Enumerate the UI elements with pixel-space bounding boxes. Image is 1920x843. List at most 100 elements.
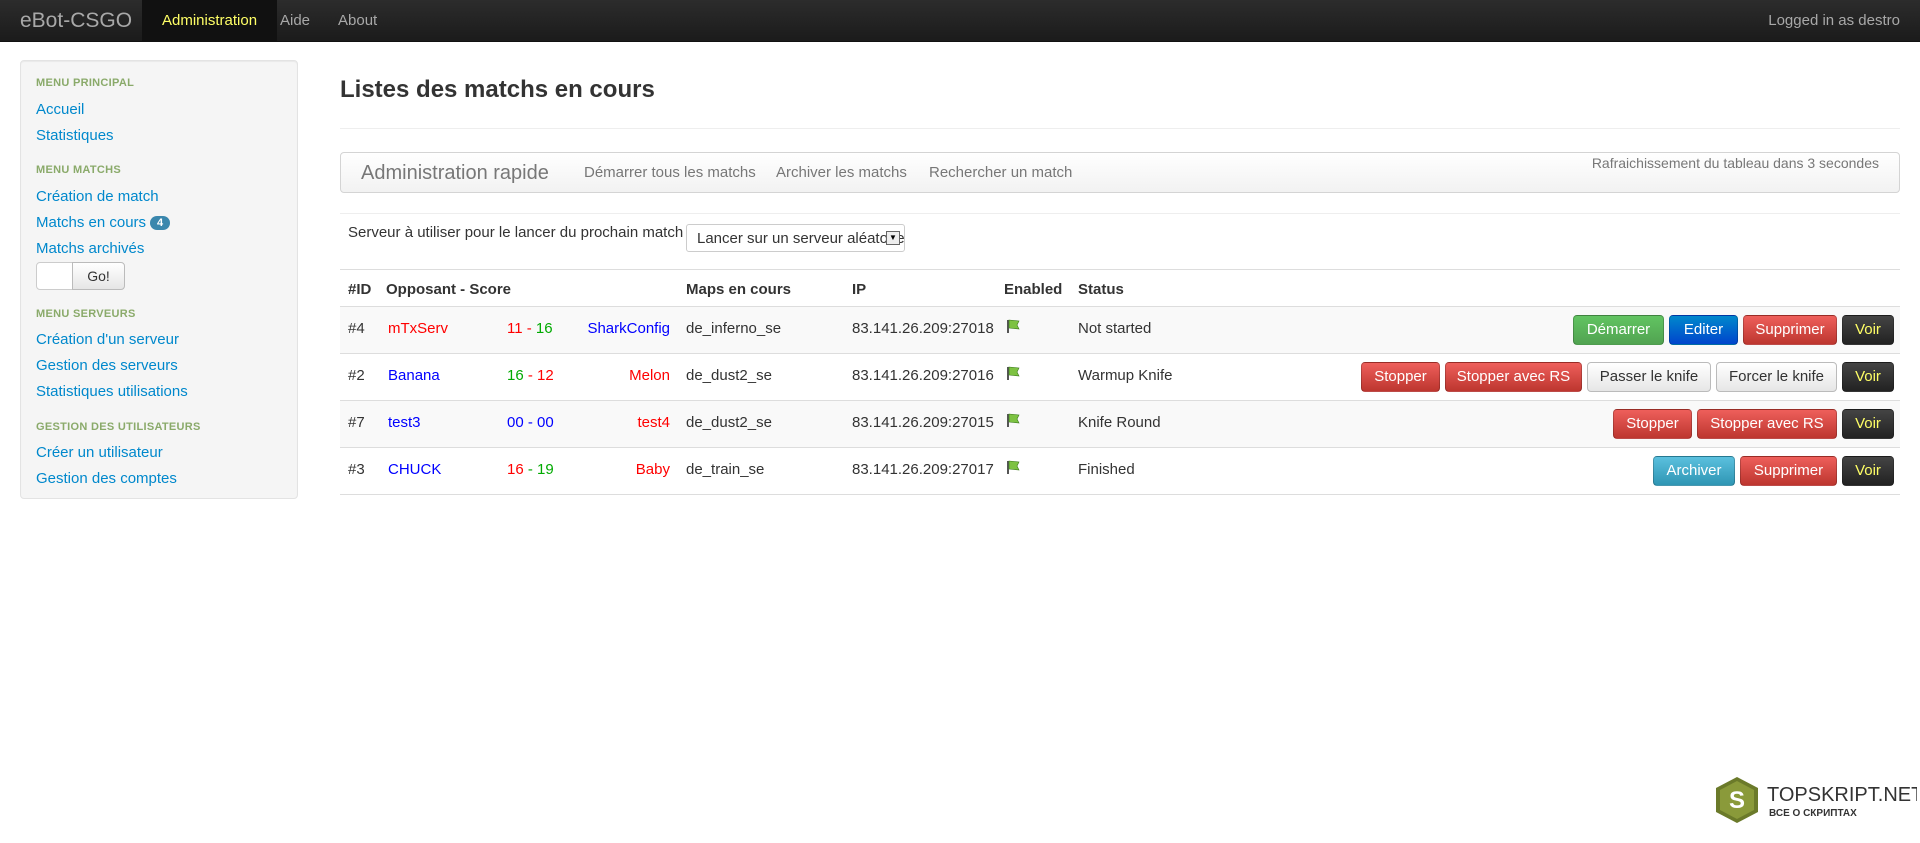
map-name: de_inferno_se	[686, 320, 782, 337]
sidebar-item-label: Matchs en cours	[36, 214, 147, 231]
start-all-matches-link[interactable]: Démarrer tous les matchs	[584, 164, 756, 181]
nav-aide[interactable]: Aide	[280, 0, 310, 41]
sidebar-item-statistiques[interactable]: Statistiques	[36, 127, 114, 144]
refresh-countdown: Rafraichissement du tableau dans 3 secon…	[1591, 155, 1879, 171]
column-header-id: #ID	[348, 281, 372, 298]
team-a[interactable]: test3	[388, 414, 421, 431]
sidebar-item-accueil[interactable]: Accueil	[36, 101, 84, 118]
team-a[interactable]: Banana	[388, 367, 440, 384]
archive-matches-link[interactable]: Archiver les matchs	[776, 164, 907, 181]
sidebar-item-matchs-en-cours[interactable]: Matchs en cours 4	[36, 214, 171, 231]
svg-text:ВСЕ О СКРИПТАХ: ВСЕ О СКРИПТАХ	[1769, 808, 1857, 819]
sidebar-item-gestion-comptes[interactable]: Gestion des comptes	[36, 470, 177, 487]
archive-button[interactable]: Archiver	[1653, 456, 1735, 486]
score: 11 - 16	[507, 320, 553, 337]
server-ip: 83.141.26.209:27017	[852, 461, 994, 478]
count-badge: 4	[150, 216, 171, 230]
sidebar-item-gestion-serveurs[interactable]: Gestion des serveurs	[36, 357, 178, 374]
sidebar-header-serveurs: MENU SERVEURS	[36, 308, 136, 320]
match-id: #2	[348, 367, 365, 384]
stop-with-rs-button[interactable]: Stopper avec RS	[1445, 362, 1582, 392]
map-name: de_dust2_se	[686, 414, 772, 431]
team-b[interactable]: test4	[550, 414, 670, 431]
view-button[interactable]: Voir	[1842, 456, 1894, 486]
stop-button[interactable]: Stopper	[1613, 409, 1692, 439]
start-button[interactable]: Démarrer	[1573, 315, 1664, 345]
enabled-flag-icon	[1007, 460, 1020, 474]
server-select[interactable]: Lancer sur un serveur aléatoire ▼	[686, 224, 905, 252]
force-knife-button[interactable]: Forcer le knife	[1716, 362, 1837, 392]
sidebar-item-creation-match[interactable]: Création de match	[36, 188, 159, 205]
table-row: #2 Banana 16 - 12 Melon de_dust2_se 83.1…	[340, 353, 1900, 400]
nav-administration[interactable]: Administration	[142, 0, 278, 41]
table-row: #3 CHUCK 16 - 19 Baby de_train_se 83.141…	[340, 447, 1900, 495]
score: 16 - 12	[507, 367, 554, 384]
match-id-input[interactable]	[36, 262, 73, 290]
table-row: #4 mTxServ 11 - 16 SharkConfig de_infern…	[340, 306, 1900, 353]
match-status: Knife Round	[1078, 414, 1161, 431]
brand-logo[interactable]: eBot-CSGO	[20, 9, 132, 33]
match-status: Not started	[1078, 320, 1152, 337]
quick-admin-title: Administration rapide	[361, 162, 549, 184]
server-ip: 83.141.26.209:27015	[852, 414, 994, 431]
divider	[340, 213, 1900, 214]
skip-knife-button[interactable]: Passer le knife	[1587, 362, 1711, 392]
column-header-enabled: Enabled	[1004, 281, 1063, 298]
view-button[interactable]: Voir	[1842, 315, 1894, 345]
delete-button[interactable]: Supprimer	[1740, 456, 1837, 486]
column-header-maps: Maps en cours	[686, 281, 792, 298]
team-a[interactable]: mTxServ	[388, 320, 448, 337]
quick-search: Go!	[36, 262, 125, 290]
enabled-flag-icon	[1007, 366, 1020, 380]
server-ip: 83.141.26.209:27016	[852, 367, 994, 384]
column-header-opponents: Opposant - Score	[386, 281, 512, 298]
top-navbar: eBot-CSGO Administration Aide About Logg…	[0, 0, 1920, 42]
divider	[340, 269, 1900, 270]
edit-button[interactable]: Editer	[1669, 315, 1738, 345]
map-name: de_train_se	[686, 461, 765, 478]
search-match-link[interactable]: Rechercher un match	[929, 164, 1072, 181]
team-b[interactable]: Melon	[550, 367, 670, 384]
match-id: #7	[348, 414, 365, 431]
sidebar-header-utilisateurs: GESTION DES UTILISATEURS	[36, 421, 201, 433]
sidebar: MENU PRINCIPAL Accueil Statistiques MENU…	[20, 60, 298, 499]
match-status: Warmup Knife	[1078, 367, 1173, 384]
sidebar-item-creer-utilisateur[interactable]: Créer un utilisateur	[36, 444, 163, 461]
enabled-flag-icon	[1007, 319, 1020, 333]
sidebar-header-matchs: MENU MATCHS	[36, 164, 121, 176]
quick-admin-bar: Administration rapide Démarrer tous les …	[340, 152, 1900, 193]
go-button[interactable]: Go!	[72, 262, 125, 290]
nav-about[interactable]: About	[338, 0, 377, 41]
svg-text:TOPSKRIPT.NET: TOPSKRIPT.NET	[1767, 784, 1917, 806]
sidebar-item-creation-serveur[interactable]: Création d'un serveur	[36, 331, 179, 348]
view-button[interactable]: Voir	[1842, 362, 1894, 392]
divider	[340, 128, 1900, 129]
match-id: #3	[348, 461, 365, 478]
page-title: Listes des matchs en cours	[340, 76, 655, 103]
watermark-logo: S TOPSKRIPT.NET ВСЕ О СКРИПТАХ	[1712, 775, 1920, 825]
stop-button[interactable]: Stopper	[1361, 362, 1440, 392]
team-b[interactable]: SharkConfig	[550, 320, 670, 337]
logged-in-text: Logged in as destro	[1768, 12, 1900, 29]
chevron-down-icon[interactable]: ▼	[886, 231, 900, 245]
column-header-status: Status	[1078, 281, 1124, 298]
view-button[interactable]: Voir	[1842, 409, 1894, 439]
sidebar-item-statistiques-utilisations[interactable]: Statistiques utilisations	[36, 383, 188, 400]
team-a[interactable]: CHUCK	[388, 461, 441, 478]
table-row: #7 test3 00 - 00 test4 de_dust2_se 83.14…	[340, 400, 1900, 447]
map-name: de_dust2_se	[686, 367, 772, 384]
match-id: #4	[348, 320, 365, 337]
hexagon-logo-icon: S TOPSKRIPT.NET ВСЕ О СКРИПТАХ	[1716, 777, 1920, 823]
enabled-flag-icon	[1007, 413, 1020, 427]
server-select-value: Lancer sur un serveur aléatoire	[697, 230, 905, 247]
server-ip: 83.141.26.209:27018	[852, 320, 994, 337]
score: 16 - 19	[507, 461, 554, 478]
stop-with-rs-button[interactable]: Stopper avec RS	[1697, 409, 1837, 439]
sidebar-header-principal: MENU PRINCIPAL	[36, 77, 135, 89]
column-header-ip: IP	[852, 281, 867, 298]
team-b[interactable]: Baby	[550, 461, 670, 478]
server-select-label: Serveur à utiliser pour le lancer du pro…	[348, 224, 684, 241]
match-status: Finished	[1078, 461, 1135, 478]
delete-button[interactable]: Supprimer	[1743, 315, 1837, 345]
sidebar-item-matchs-archives[interactable]: Matchs archivés	[36, 240, 144, 257]
